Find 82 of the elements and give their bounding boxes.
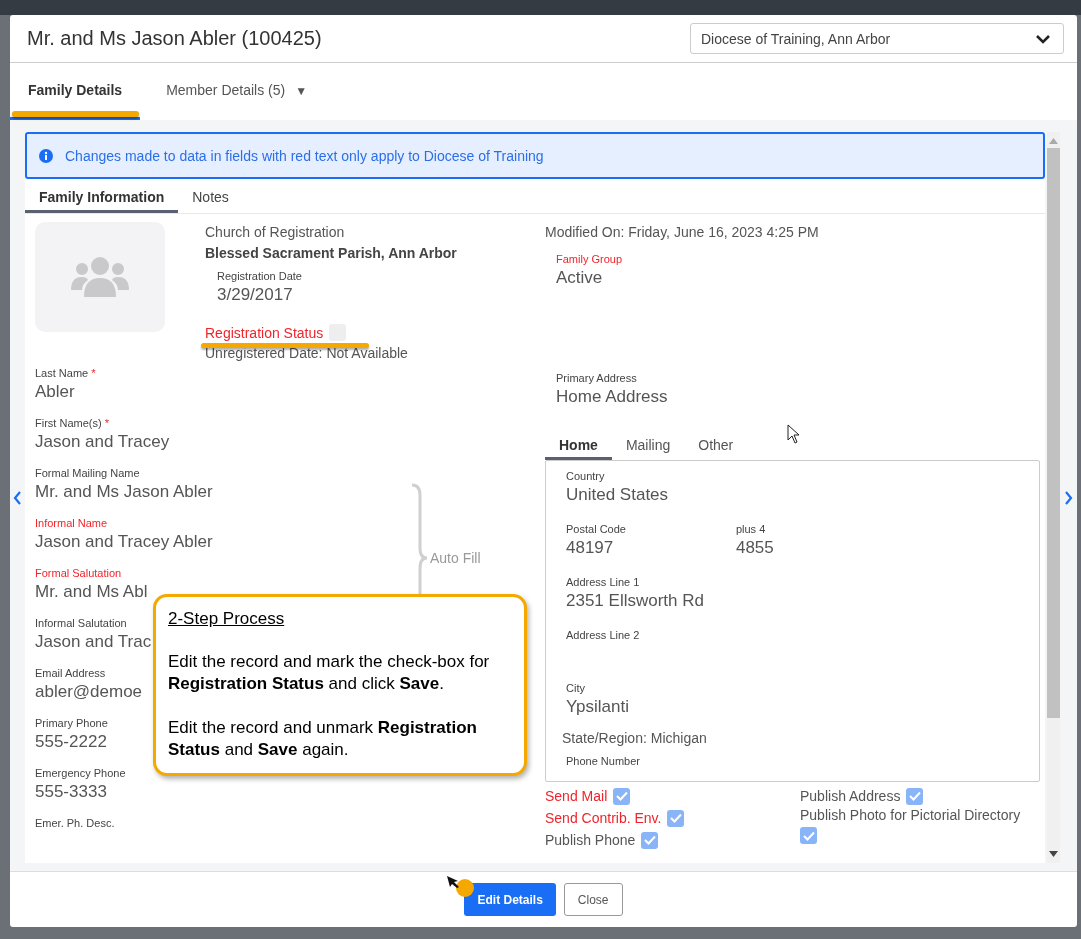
mouse-cursor-icon	[787, 424, 800, 444]
field-label: plus 4	[735, 522, 766, 536]
checkbox-label: Publish Phone	[545, 832, 636, 848]
field-value: abler@demoe	[35, 681, 143, 703]
organization-dropdown[interactable]: Diocese of Training, Ann Arbor	[690, 23, 1064, 54]
auto-fill-label: Auto Fill	[430, 550, 481, 566]
field-value: United States	[566, 484, 669, 506]
registration-status-label: Registration Status	[205, 324, 324, 341]
field-label: Registration Date	[217, 269, 302, 283]
people-icon	[71, 257, 129, 297]
chevron-left-icon[interactable]	[13, 490, 22, 505]
address-tab[interactable]: Mailing	[611, 432, 685, 460]
checkmark-icon	[615, 791, 628, 801]
field-label: Formal Salutation	[35, 566, 122, 580]
dialog-title: Mr. and Ms Jason Abler (100425)	[27, 27, 322, 50]
field-value: Jason and Tracey	[35, 431, 170, 453]
field-value: Jason and Tracey Abler	[35, 531, 213, 553]
info-icon	[39, 148, 53, 163]
field-label: Country	[566, 469, 605, 483]
field-label: Emergency Phone	[35, 766, 126, 780]
field-label: Last Name *	[35, 366, 96, 380]
field-value: Mr. and Ms Abl	[35, 581, 148, 603]
checkbox-label: Publish Address	[800, 788, 901, 804]
field-value: 48197	[566, 537, 614, 559]
field-value: 555-3333	[35, 781, 107, 803]
subtab[interactable]: Notes	[178, 183, 243, 213]
field-label: Email Address	[35, 666, 106, 680]
field-label: Address Line 1	[566, 575, 640, 589]
church-value: Blessed Sacrament Parish, Ann Arbor	[205, 245, 457, 261]
field-label: First Name(s) *	[35, 416, 109, 430]
checkmark-icon	[643, 835, 656, 845]
address-tab[interactable]: Other	[684, 432, 748, 460]
field-label: City	[566, 681, 585, 695]
state-region-text: State/Region: Michigan	[562, 730, 707, 746]
callout-title: 2-Step Process	[168, 609, 285, 629]
chevron-right-icon[interactable]	[1064, 490, 1073, 505]
checkbox[interactable]	[641, 831, 659, 849]
checkbox-label: Send Mail	[545, 788, 608, 804]
field-label: Primary Phone	[35, 716, 108, 730]
field-label: Family Group	[556, 252, 623, 266]
callout-text: Edit the record and unmark Registration Status and Save again.	[168, 717, 478, 761]
field-value: Active	[556, 267, 603, 289]
scroll-up-arrow-icon[interactable]	[1049, 138, 1058, 144]
field-value: 4855	[735, 537, 774, 559]
scroll-down-arrow-icon[interactable]	[1049, 851, 1058, 857]
address-tab[interactable]: Home	[545, 432, 612, 460]
scrollbar[interactable]	[1047, 132, 1060, 863]
field-label: Postal Code	[566, 522, 626, 536]
field-label: Informal Name	[35, 516, 108, 530]
checkbox[interactable]	[800, 827, 817, 844]
checkbox[interactable]	[613, 787, 631, 805]
field-label: Phone Number	[566, 754, 640, 768]
field-value: Ypsilanti	[566, 696, 629, 718]
unregistered-date-text: Unregistered Date: Not Available	[205, 345, 408, 361]
close-button[interactable]: Close	[563, 883, 623, 916]
field-value: Jason and Trac	[35, 631, 152, 653]
field-value: Home Address	[556, 386, 668, 408]
checkbox[interactable]	[667, 809, 685, 827]
tab[interactable]: Member Details (5) ▼	[148, 63, 326, 120]
checkbox[interactable]	[906, 787, 924, 805]
field-label: Informal Salutation	[35, 616, 127, 630]
field-label: Primary Address	[556, 371, 637, 385]
chevron-down-icon	[1035, 33, 1051, 44]
edit-details-button[interactable]: Edit Details	[464, 883, 556, 916]
field-label: Address Line 2	[566, 628, 640, 642]
church-label: Church of Registration	[205, 224, 345, 240]
modified-on-text: Modified On: Friday, June 16, 2023 4:25 PM	[545, 224, 820, 240]
field-label: Formal Mailing Name	[35, 466, 140, 480]
field-value: 555-2222	[35, 731, 107, 753]
checkmark-icon	[670, 813, 682, 823]
field-value: Mr. and Ms Jason Abler	[35, 481, 213, 503]
field-value: Abler	[35, 381, 75, 403]
checkbox-label: Send Contrib. Env.	[545, 810, 662, 826]
checkmark-icon	[802, 830, 815, 841]
checkmark-icon	[908, 791, 921, 801]
field-value: 3/29/2017	[217, 284, 294, 306]
callout-text: Edit the record and mark the check-box for Registration Status and click Save.	[168, 651, 491, 695]
alert-text: Changes made to data in fields with red text only apply to Diocese of Training	[65, 147, 544, 164]
subtab[interactable]: Family Information	[25, 183, 179, 213]
field-value: 2351 Ellsworth Rd	[566, 590, 704, 612]
field-label: Emer. Ph. Desc.	[35, 816, 115, 830]
checkbox-label: Publish Photo for Pictorial Directory	[800, 807, 1021, 823]
